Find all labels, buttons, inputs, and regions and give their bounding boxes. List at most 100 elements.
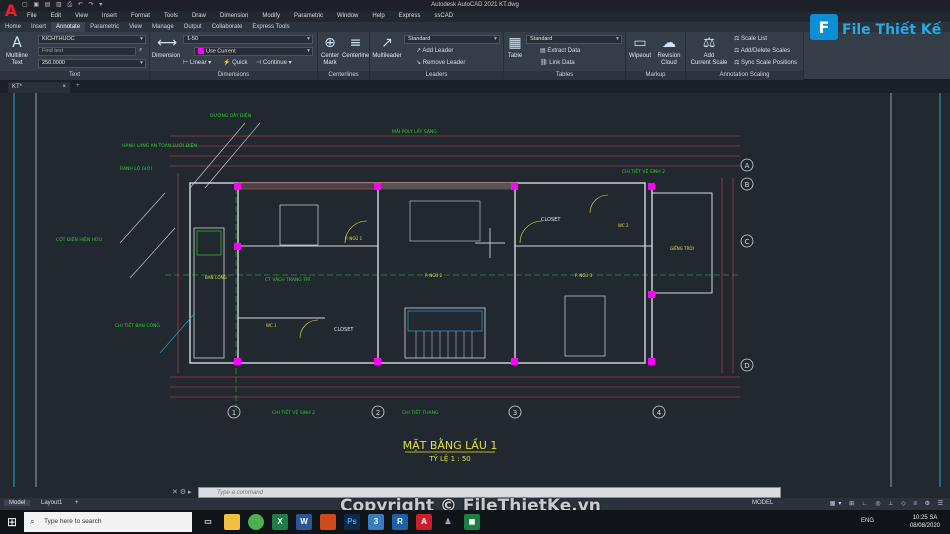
quick-access-toolbar[interactable]: ▢ ▣ ▤ ▥ ⎙ ↶ ↷ ▾ (22, 1, 104, 9)
menu-item-help[interactable]: Help (365, 11, 391, 22)
add-current-scale-button[interactable]: ⚖ Add Current Scale (688, 35, 730, 67)
find-icon[interactable]: ⌕ (139, 46, 142, 55)
document-tab[interactable]: KT* × (8, 82, 70, 93)
status-toggles[interactable]: ▦▾ ⊞ ∟ ◎ ⊥ ◇ ≡ ⚙ ☰ (830, 500, 946, 507)
extract-data-button[interactable]: ▤ Extract Data (540, 47, 580, 56)
link-data-button[interactable]: ⛓ Link Data (540, 59, 575, 68)
start-icon[interactable]: ⊞ (0, 510, 24, 534)
remove-leader-button[interactable]: ↘ Remove Leader (416, 59, 465, 68)
window-title: Autodesk AutoCAD 2021 KT.dwg (431, 2, 519, 8)
dimension-button[interactable]: ⟷ Dimension (151, 35, 181, 60)
continue-button[interactable]: ⊣ Continue ▾ (256, 59, 292, 68)
menu-item-modify[interactable]: Modify (255, 11, 287, 22)
autocad-taskbar-icon[interactable]: A (416, 514, 432, 530)
multileader-icon: ↗ (381, 35, 393, 51)
menu-item-window[interactable]: Window (330, 11, 365, 22)
ribbon-tab-annotate[interactable]: Annotate (51, 22, 86, 32)
menu-item-edit[interactable]: Edit (44, 11, 68, 22)
grid-bubble-b: B (745, 181, 750, 189)
dim-layer-select[interactable]: Use Current ▼ (194, 47, 313, 56)
menu-item-view[interactable]: View (68, 11, 95, 22)
label-wc-1: WC 1 (266, 323, 277, 328)
text-height-input[interactable]: 250.0000 ▼ (38, 59, 146, 68)
menu-item-sscad[interactable]: ssCAD (427, 11, 460, 22)
ribbon-tab-home[interactable]: Home (0, 22, 26, 32)
clock[interactable]: 10:25 SA 08/08/2020 (910, 514, 940, 530)
menu-item-draw[interactable]: Draw (185, 11, 213, 22)
tab-layout1[interactable]: Layout1 (36, 500, 67, 506)
centerlines-panel-title[interactable]: Centerlines (318, 71, 369, 80)
label-bedroom-1: P. NGỦ 1 (345, 236, 363, 241)
ribbon-tab-express-tools[interactable]: Express Tools (247, 22, 294, 32)
label-detail-wc1: CHI TIẾT VỆ SINH 2 (272, 408, 315, 416)
text-style-select[interactable]: KICHTHUOC ▼ (38, 35, 146, 44)
menu-item-insert[interactable]: Insert (95, 11, 124, 22)
scale-icon: ⚖ (702, 35, 716, 51)
multileader-button[interactable]: ↗ Multileader (371, 35, 403, 60)
status-model[interactable]: MODEL (752, 500, 773, 506)
app-icon[interactable]: ♟ (440, 514, 456, 530)
annotation-scaling-panel-title[interactable]: Annotation Scaling (686, 71, 803, 80)
app-icon-2[interactable]: ◼ (464, 514, 480, 530)
grid-bubble-a: A (745, 162, 750, 170)
ribbon-tab-output[interactable]: Output (179, 22, 207, 32)
leader-style-select[interactable]: Standard ▼ (404, 35, 500, 44)
grid-bubble-1: 1 (232, 409, 236, 417)
menu-item-express[interactable]: Express (392, 11, 428, 22)
centerline-button[interactable]: ≡ Centerline (342, 35, 369, 60)
wipeout-button[interactable]: ▭ Wipeout (627, 35, 653, 60)
tray-lang[interactable]: ENG (861, 518, 874, 524)
text-panel-title[interactable]: Text (0, 71, 149, 80)
dim-style-select[interactable]: 1-50 ▼ (183, 35, 313, 44)
add-delete-scales-button[interactable]: ⚖ Add/Delete Scales (734, 47, 790, 56)
linear-button[interactable]: ⊢ Linear ▾ (183, 59, 211, 68)
task-view-icon[interactable]: ▭ (200, 514, 216, 530)
tables-panel-title[interactable]: Tables (504, 71, 625, 80)
ribbon-tab-insert[interactable]: Insert (26, 22, 51, 32)
ribbon-tab-collaborate[interactable]: Collaborate (207, 22, 248, 32)
quick-button[interactable]: ⚡ Quick (223, 59, 247, 68)
add-layout-icon[interactable]: + (70, 500, 84, 506)
markup-panel-title[interactable]: Markup (626, 71, 685, 80)
table-style-select[interactable]: Standard ▼ (526, 35, 622, 44)
office-icon[interactable] (320, 514, 336, 530)
logo-text: File Thiết Kế.vn (842, 21, 942, 38)
menu-item-dimension[interactable]: Dimension (213, 11, 255, 22)
menu-item-tools[interactable]: Tools (157, 11, 185, 22)
close-tab-icon[interactable]: × (62, 84, 66, 90)
find-text-input[interactable]: Find text (38, 47, 136, 56)
label-bedroom-3: P. NGỦ 3 (575, 273, 593, 278)
file-explorer-icon[interactable] (224, 514, 240, 530)
dimensions-panel-title[interactable]: Dimensions (150, 71, 317, 80)
leaders-panel-title[interactable]: Leaders (370, 71, 503, 80)
taskbar-search[interactable]: ⌕ Type here to search (24, 512, 192, 532)
photoshop-icon[interactable]: Ps (344, 514, 360, 530)
drawing-scale: TỶ LỆ 1 : 50 (428, 454, 471, 463)
revision-cloud-button[interactable]: ☁ Revision Cloud (654, 35, 684, 67)
menu-item-parametric[interactable]: Parametric (287, 11, 330, 22)
table-button[interactable]: ▦ Table (505, 35, 525, 60)
label-roof: MÁI POLY LẤY SÁNG (392, 127, 437, 135)
add-leader-button[interactable]: ↗ Add Leader (416, 47, 453, 56)
3dsmax-icon[interactable]: 3 (368, 514, 384, 530)
chrome-icon[interactable] (248, 514, 264, 530)
new-tab-icon[interactable]: + (76, 83, 80, 89)
centerline-icon: ≡ (349, 35, 362, 51)
scale-list-button[interactable]: ⚖ Scale List (734, 35, 767, 44)
ribbon-tab-view[interactable]: View (124, 22, 147, 32)
menu-item-format[interactable]: Format (124, 11, 157, 22)
tab-model[interactable]: Model (4, 500, 31, 506)
revit-icon[interactable]: R (392, 514, 408, 530)
text-icon: A (12, 35, 22, 51)
multiline-text-button[interactable]: A Multiline Text (2, 35, 32, 67)
command-line-icons[interactable]: ✕ ⚙ ▸ (172, 488, 192, 496)
menu-item-file[interactable]: File (20, 11, 44, 22)
drawing-canvas[interactable]: 1 2 3 4 A B C D ĐƯỜNG DÂY ĐIỆN HÀNH LANG… (0, 93, 950, 487)
word-icon[interactable]: W (296, 514, 312, 530)
excel-icon[interactable]: X (272, 514, 288, 530)
ribbon-tab-manage[interactable]: Manage (147, 22, 179, 32)
ribbon-tab-parametric[interactable]: Parametric (85, 22, 124, 32)
sync-scale-positions-button[interactable]: ⚖ Sync Scale Positions (734, 59, 797, 68)
autocad-app-icon[interactable]: A (2, 0, 20, 22)
center-mark-button[interactable]: ⊕ Center Mark (319, 35, 341, 67)
